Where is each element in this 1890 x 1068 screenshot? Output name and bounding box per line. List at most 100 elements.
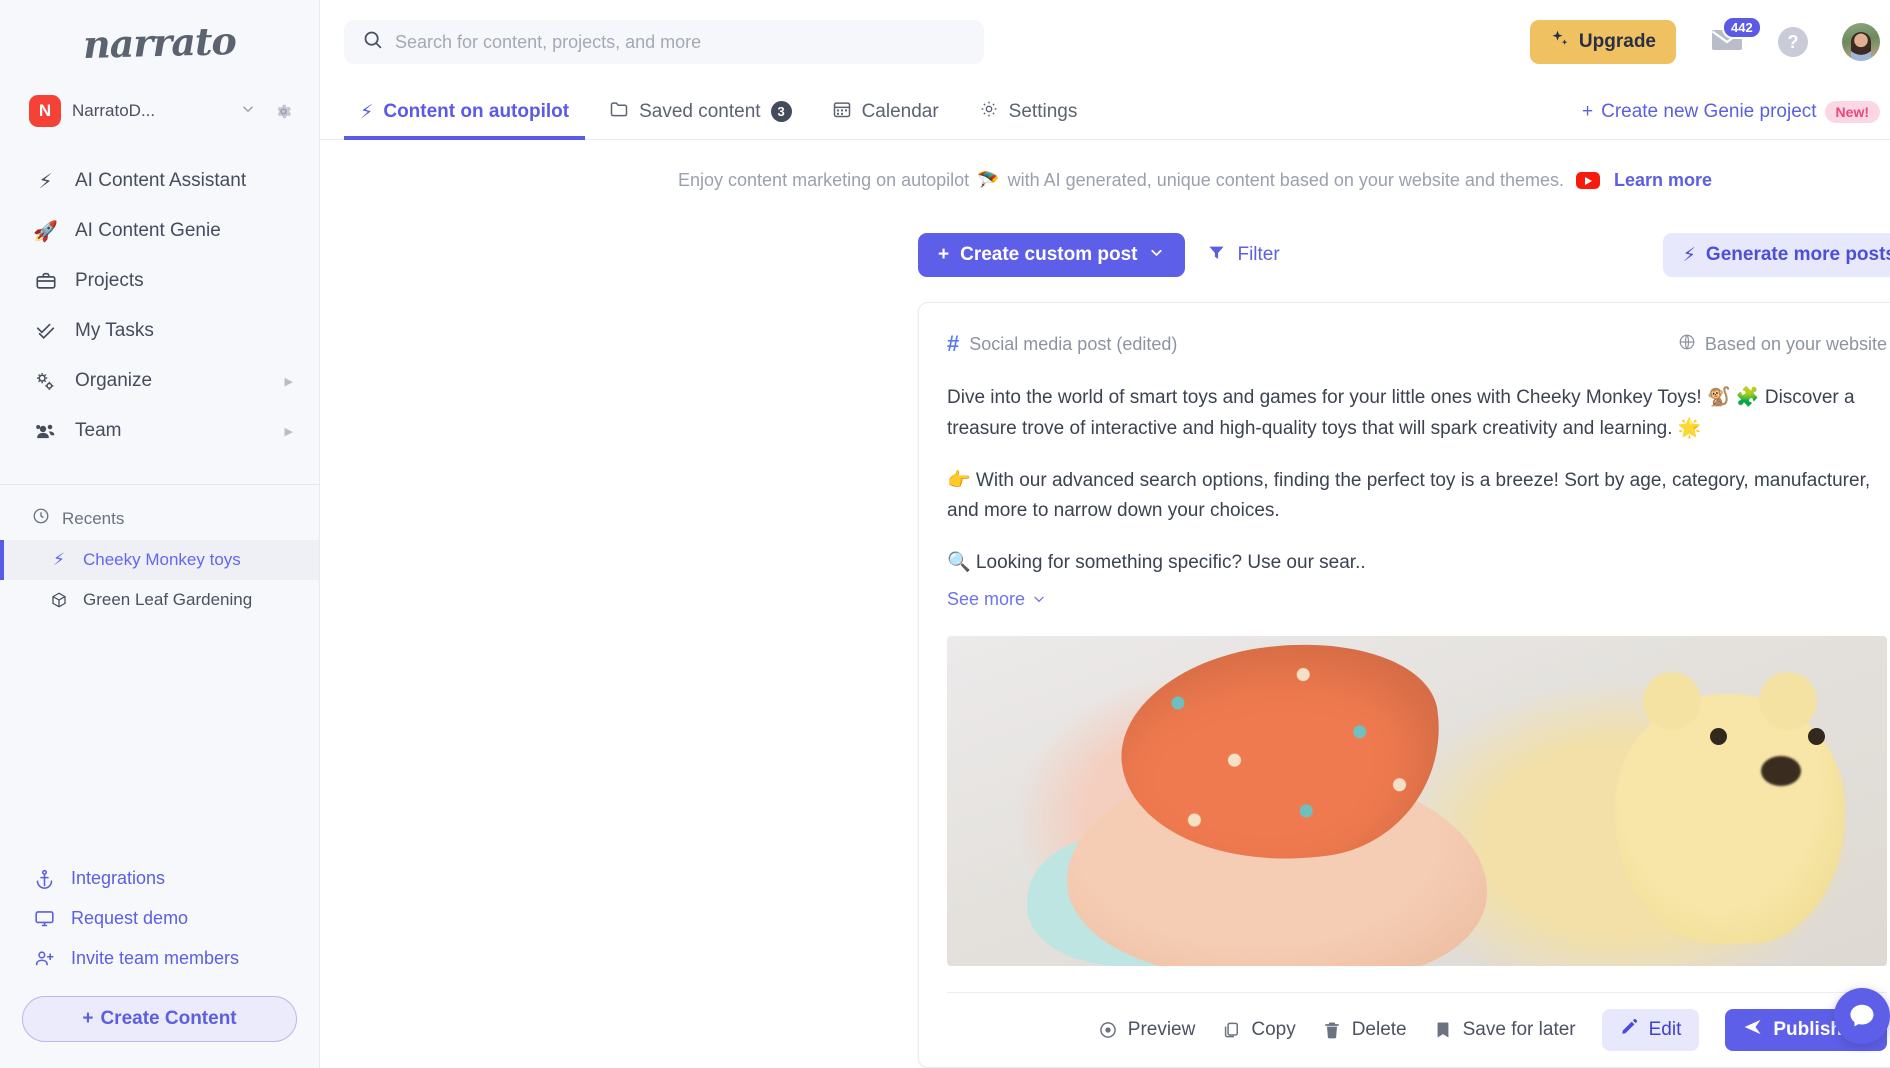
sidebar-footer-label: Invite team members	[71, 947, 240, 968]
post-type-label: Social media post (edited)	[969, 333, 1178, 354]
lightning-icon: ⚡	[53, 550, 65, 570]
tab-saved-content[interactable]: Saved content 3	[593, 84, 807, 139]
see-more-button[interactable]: See more	[947, 585, 1047, 614]
gears-icon	[32, 370, 59, 393]
action-label: Save for later	[1462, 1018, 1576, 1040]
generate-more-posts-button[interactable]: ⚡ Generate more posts	[1662, 233, 1890, 277]
bookmark-icon	[1433, 1020, 1453, 1040]
post-paragraph: 🔍 Looking for something specific? Use ou…	[947, 552, 1366, 574]
copy-icon	[1221, 1020, 1241, 1040]
check-double-icon	[32, 320, 59, 342]
tab-calendar[interactable]: Calendar	[816, 84, 955, 139]
teddy-nose	[1761, 755, 1801, 786]
folder-icon	[609, 99, 629, 125]
mail-icon[interactable]: 442	[1710, 15, 1762, 58]
chevron-down-icon	[1034, 597, 1044, 603]
create-content-button[interactable]: + Create Content	[22, 996, 297, 1042]
sidebar-item-ai-content-assistant[interactable]: ⚡ AI Content Assistant	[0, 156, 319, 206]
rocket-icon: 🚀	[33, 219, 58, 243]
tab-settings[interactable]: Settings	[963, 84, 1094, 139]
recent-item-label: Green Leaf Gardening	[83, 590, 253, 609]
sidebar-nav: ⚡ AI Content Assistant 🚀 AI Content Geni…	[0, 138, 319, 456]
chat-widget-button[interactable]	[1834, 988, 1890, 1044]
post-source: Based on your website	[1678, 333, 1887, 356]
sidebar-item-ai-content-genie[interactable]: 🚀 AI Content Genie	[0, 206, 319, 256]
genie-project-label: Create new Genie project	[1601, 100, 1817, 122]
lightning-icon: ⚡	[360, 100, 374, 123]
post-paragraph: Dive into the world of smart toys and ga…	[947, 387, 1855, 439]
create-custom-post-label: Create custom post	[960, 244, 1138, 265]
sidebar-footer-label: Integrations	[71, 867, 166, 888]
tab-count-badge: 3	[770, 101, 792, 122]
sidebar-item-integrations[interactable]: Integrations	[0, 858, 319, 898]
autopilot-banner: Enjoy content marketing on autopilot 🪂 w…	[678, 140, 1890, 191]
sidebar-item-invite-team-members[interactable]: Invite team members	[0, 938, 319, 978]
tab-content-on-autopilot[interactable]: ⚡ Content on autopilot	[344, 84, 586, 140]
plus-icon: +	[938, 244, 950, 265]
logo-row[interactable]: narrato	[0, 0, 319, 84]
narrato-logo: narrato	[82, 17, 237, 67]
chevron-down-icon[interactable]	[233, 100, 263, 122]
recent-item-green-leaf-gardening[interactable]: Green Leaf Gardening	[0, 580, 319, 620]
top-bar: Upgrade 442 ?	[320, 0, 1890, 84]
teddy-eye-right	[1808, 727, 1825, 745]
recent-item-cheeky-monkey-toys[interactable]: ⚡ Cheeky Monkey toys	[0, 540, 319, 580]
eye-icon	[1098, 1020, 1118, 1040]
chevron-right-icon: ▶	[284, 425, 293, 438]
recents-header: Recents	[0, 485, 319, 540]
preview-button[interactable]: Preview	[1098, 1018, 1196, 1041]
edit-button[interactable]: Edit	[1601, 1008, 1700, 1051]
filter-button[interactable]: Filter	[1207, 243, 1280, 268]
sidebar-footer-label: Request demo	[71, 907, 189, 928]
create-content-label: Create Content	[100, 1008, 237, 1029]
workspace-name: NarratoD...	[72, 101, 156, 120]
banner-text-before: Enjoy content marketing on autopilot	[678, 170, 970, 190]
monitor-icon	[32, 908, 56, 929]
recent-item-label: Cheeky Monkey toys	[83, 550, 241, 569]
content-scroll-area: Enjoy content marketing on autopilot 🪂 w…	[320, 140, 1890, 1068]
upgrade-button[interactable]: Upgrade	[1529, 20, 1676, 64]
parachute-icon: 🪂	[977, 170, 1000, 191]
delete-button[interactable]: Delete	[1322, 1019, 1407, 1041]
chat-icon	[1850, 1004, 1874, 1027]
save-for-later-button[interactable]: Save for later	[1433, 1019, 1576, 1041]
tab-label: Calendar	[861, 100, 939, 122]
gear-icon	[979, 99, 999, 125]
action-label: Preview	[1127, 1018, 1196, 1040]
post-card: # Social media post (edited) Based on yo…	[918, 302, 1890, 1068]
post-image	[947, 635, 1887, 966]
help-icon[interactable]: ?	[1778, 27, 1808, 57]
chevron-right-icon: ▶	[284, 375, 293, 388]
sidebar-item-label: Team	[75, 420, 122, 441]
sidebar-item-my-tasks[interactable]: My Tasks	[0, 306, 319, 356]
new-badge: New!	[1824, 100, 1880, 123]
youtube-icon[interactable]	[1575, 172, 1600, 189]
create-custom-post-button[interactable]: + Create custom post	[918, 233, 1186, 277]
sidebar-item-projects[interactable]: Projects	[0, 256, 319, 306]
sidebar-item-label: Organize	[75, 370, 153, 391]
see-more-label: See more	[947, 588, 1026, 609]
clock-icon	[32, 507, 50, 530]
search-box[interactable]	[344, 20, 984, 64]
post-body: Dive into the world of smart toys and ga…	[947, 383, 1887, 616]
gear-icon[interactable]	[274, 102, 293, 121]
hash-icon: #	[947, 331, 960, 356]
sidebar-item-team[interactable]: Team ▶	[0, 406, 319, 456]
copy-button[interactable]: Copy	[1221, 1019, 1296, 1041]
main-area: Upgrade 442 ? ⚡ Content on autopilot Sav…	[320, 0, 1890, 1068]
send-icon	[1743, 1017, 1763, 1043]
post-actions: Preview Copy Delete Save for later Edit …	[947, 993, 1887, 1067]
edit-label: Edit	[1648, 1018, 1682, 1040]
learn-more-link[interactable]: Learn more	[1614, 170, 1712, 191]
sidebar-item-request-demo[interactable]: Request demo	[0, 898, 319, 938]
sidebar-item-label: AI Content Genie	[75, 220, 221, 241]
search-input[interactable]	[395, 31, 966, 53]
cube-icon	[48, 591, 70, 609]
sidebar-item-organize[interactable]: Organize ▶	[0, 356, 319, 406]
create-new-genie-project-button[interactable]: + Create new Genie project New!	[1582, 84, 1880, 139]
teddy-eye-left	[1710, 727, 1727, 745]
sidebar-item-label: Projects	[75, 270, 144, 291]
workspace-selector[interactable]: N NarratoD...	[0, 84, 319, 138]
avatar[interactable]	[1842, 23, 1880, 61]
